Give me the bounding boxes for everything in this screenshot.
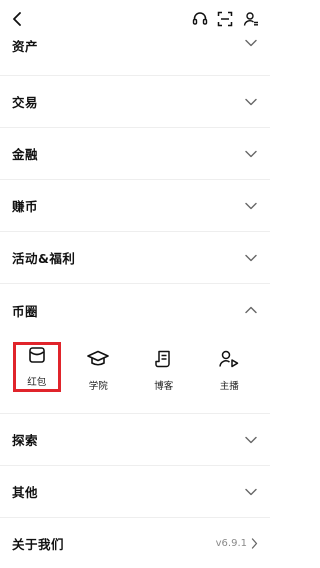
menu-row-assets[interactable]: 资产: [0, 18, 270, 76]
tile-red-packet[interactable]: 红包: [12, 342, 61, 392]
version-label: v6.9.1: [215, 537, 247, 549]
menu-row-finance[interactable]: 金融: [0, 128, 270, 180]
menu-row-crypto-circle[interactable]: 币圈: [0, 284, 270, 336]
blog-icon: [155, 350, 173, 372]
menu-row-label: 币圈: [12, 303, 39, 319]
menu-row-label: 探索: [12, 433, 39, 448]
menu-row-label: 赚币: [12, 199, 39, 214]
tile-academy[interactable]: 学院: [70, 342, 126, 400]
menu-row-about-us[interactable]: 关于我们 v6.9.1: [0, 518, 270, 568]
about-right: v6.9.1: [216, 534, 258, 553]
menu-row-label: 交易: [12, 95, 39, 110]
chevron-down-icon: [244, 147, 258, 161]
tile-streamer[interactable]: 主播: [201, 342, 257, 400]
menu-row-label: 关于我们: [12, 536, 65, 552]
chevron-down-icon: [244, 433, 258, 447]
chevron-down-icon: [244, 251, 258, 265]
chevron-down-icon: [244, 485, 258, 499]
graduation-cap-icon: [87, 350, 110, 372]
menu-row-earn[interactable]: 赚币: [0, 180, 270, 232]
menu-row-trade[interactable]: 交易: [0, 76, 270, 128]
menu-row-label: 金融: [12, 147, 39, 162]
chevron-down-icon: [244, 36, 258, 50]
crypto-circle-grid: 红包 学院 博客 主播: [0, 336, 270, 414]
tile-label: 学院: [88, 381, 108, 392]
chevron-down-icon: [244, 199, 258, 213]
menu-row-explore[interactable]: 探索: [0, 414, 270, 466]
streamer-icon: [219, 350, 239, 372]
settings-list: 资产 交易 金融 赚币 活动&福利 币圈 红包 学院 博客 主播 探索 其他 关…: [0, 18, 270, 568]
menu-row-label: 资产: [12, 39, 39, 54]
red-packet-icon: [28, 346, 46, 368]
tile-label: 主播: [219, 381, 239, 392]
menu-row-label: 其他: [12, 485, 39, 500]
tile-label: 红包: [27, 377, 47, 388]
chevron-up-icon: [244, 303, 258, 317]
menu-row-label: 活动&福利: [12, 251, 76, 266]
menu-row-other[interactable]: 其他: [0, 466, 270, 518]
chevron-down-icon: [244, 95, 258, 109]
tile-blog[interactable]: 博客: [136, 342, 192, 400]
menu-row-events[interactable]: 活动&福利: [0, 232, 270, 284]
tile-label: 博客: [154, 381, 174, 392]
chevron-right-icon: [251, 534, 258, 553]
